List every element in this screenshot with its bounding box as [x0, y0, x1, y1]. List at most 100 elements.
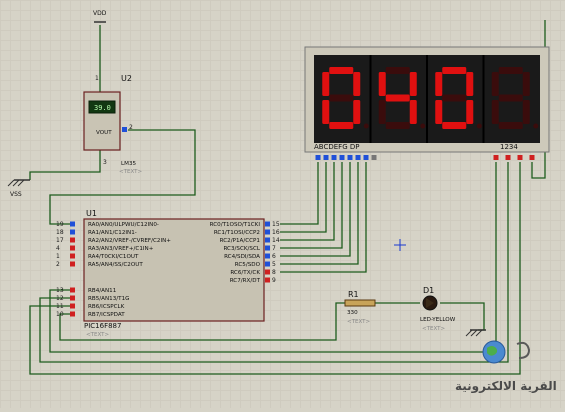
watermark-text: القرية الالكترونية — [455, 379, 557, 394]
display-digit-pin[interactable] — [517, 155, 523, 160]
d1-led[interactable]: D1 LED-YELLOW <TEXT> — [420, 286, 456, 332]
d1-ref: D1 — [423, 286, 434, 295]
u1-pin-num: 19 — [56, 221, 64, 228]
u1-pin-marker[interactable] — [265, 277, 270, 283]
display-digit-pin[interactable] — [529, 155, 535, 160]
u2-sensor[interactable]: U2 1 39.0 VOUT 2 3 LM35 <TEXT> — [83, 74, 142, 175]
segment-dp — [476, 123, 482, 129]
segment-b — [353, 72, 361, 96]
u1-pin-marker[interactable] — [70, 253, 75, 259]
u2-pin2-num: 2 — [129, 124, 133, 131]
u1-pin-num: 7 — [272, 245, 276, 252]
segment-b — [522, 72, 530, 96]
u1-pin-num: 1 — [56, 253, 60, 260]
segment-d — [442, 122, 467, 129]
u1-pin-num: 4 — [56, 245, 60, 252]
display-seg-pin[interactable] — [371, 155, 377, 160]
vdd-terminal[interactable]: VDD — [93, 10, 107, 23]
u1-pin-num: 10 — [56, 311, 64, 318]
u1-pin-label: RC7/RX/DT — [230, 278, 261, 284]
u1-pin-marker[interactable] — [70, 295, 75, 301]
vss-terminal[interactable]: VSS — [7, 179, 30, 198]
r1-resistor[interactable]: R1 330 <TEXT> — [344, 290, 376, 325]
u1-pin-marker[interactable] — [70, 303, 75, 309]
u1-pin-label: RC5/SDO — [235, 262, 261, 268]
u1-pin-num: 8 — [272, 269, 276, 276]
segment-e — [322, 100, 330, 124]
d1-placeholder: <TEXT> — [422, 326, 445, 332]
u1-pin-marker[interactable] — [70, 237, 75, 243]
display-digit-pin[interactable] — [505, 155, 511, 160]
r1-ref: R1 — [348, 290, 359, 299]
u1-microcontroller[interactable]: U1 19 RA0/AN0/ULPWU/C12IN0-18 RA1/AN1/C12I… — [56, 209, 280, 338]
u2-placeholder: <TEXT> — [119, 169, 142, 175]
display-seg-pin[interactable] — [339, 155, 345, 160]
u1-pin-label: RB6/ICSPCLK — [88, 304, 125, 310]
watermark-mark — [516, 341, 531, 359]
u1-pin-label: RB5/AN13/T1G — [88, 296, 130, 302]
u1-pin-marker[interactable] — [265, 229, 270, 235]
u1-pin-label: RB7/ICSPDAT — [88, 312, 125, 318]
wire-rc4 — [280, 162, 351, 257]
u1-pin-marker[interactable] — [265, 261, 270, 267]
u2-vout-pin[interactable] — [122, 127, 127, 132]
u1-pin-marker[interactable] — [70, 287, 75, 293]
watermark-logo: القرية الالكترونية — [455, 340, 557, 394]
u1-pin-num: 12 — [56, 295, 64, 302]
u1-pin-marker[interactable] — [70, 311, 75, 317]
u1-pin-label: RC0/T1OSO/T1CKI — [210, 222, 261, 228]
schematic-canvas[interactable]: VDD VSS U2 1 39.0 VOUT 2 3 LM35 <TEXT> A… — [0, 0, 565, 408]
u1-pin-label: RA5/AN4/SS/C2OUT — [88, 262, 143, 268]
u1-pin-marker[interactable] — [265, 245, 270, 251]
segment-d — [329, 122, 354, 129]
u1-pin-marker[interactable] — [265, 237, 270, 243]
segment-g — [442, 94, 467, 102]
u1-pin-num: 16 — [272, 229, 280, 236]
display-seg-pin[interactable] — [363, 155, 369, 160]
segment-e — [378, 100, 386, 124]
u1-pin-marker[interactable] — [70, 261, 75, 267]
display-seg-pin[interactable] — [347, 155, 353, 160]
display-pins — [315, 155, 535, 160]
segment-a — [442, 67, 467, 74]
segment-f — [378, 72, 386, 96]
u1-pin-label: RC6/TX/CK — [230, 270, 260, 276]
display-seg-pin[interactable] — [355, 155, 361, 160]
u1-pin-num: 11 — [56, 303, 64, 310]
u1-pin-marker[interactable] — [70, 245, 75, 251]
vdd-label: VDD — [93, 10, 107, 17]
segment-c — [409, 100, 417, 124]
u1-pin-num: 13 — [56, 287, 64, 294]
schematic-svg: VDD VSS U2 1 39.0 VOUT 2 3 LM35 <TEXT> A… — [7, 10, 557, 394]
d1-part: LED-YELLOW — [420, 317, 456, 323]
u1-pin-num: 18 — [56, 229, 64, 236]
display-seg-pin[interactable] — [315, 155, 321, 160]
led-ground-hatch-2 — [470, 329, 478, 337]
seven-segment-display[interactable]: ABCDEFG DP 1234 — [304, 46, 550, 160]
u2-reading: 39.0 — [94, 104, 111, 112]
display-digit-pin[interactable] — [493, 155, 499, 160]
u1-pin-label: RA3/AN3/VREF+/C1IN+ — [88, 246, 154, 252]
u1-pin-marker[interactable] — [70, 229, 75, 235]
u1-pin-marker[interactable] — [265, 253, 270, 259]
u1-pin-label: RA2/AN2/VREF-/CVREF/C2IN+ — [88, 238, 171, 244]
u1-pin-num: 6 — [272, 253, 276, 260]
u1-pin-marker[interactable] — [70, 221, 75, 227]
wire-u2-gnd — [29, 150, 101, 180]
display-segments-label: ABCDEFG DP — [314, 143, 359, 151]
u1-pin-num: 9 — [272, 277, 276, 284]
display-seg-pin[interactable] — [323, 155, 329, 160]
segment-d — [498, 122, 523, 129]
segment-dp — [533, 123, 539, 129]
segment-f — [322, 72, 330, 96]
r1-placeholder: <TEXT> — [347, 319, 370, 325]
u1-pin-num: 2 — [56, 261, 60, 268]
u2-pin1-num: 1 — [95, 75, 99, 82]
u1-pin-marker[interactable] — [265, 269, 270, 275]
u1-pin-marker[interactable] — [265, 221, 270, 227]
u2-ref: U2 — [121, 74, 132, 83]
display-seg-pin[interactable] — [331, 155, 337, 160]
u1-pin-label: RA4/T0CKI/C1OUT — [88, 254, 139, 260]
u2-part: LM35 — [121, 161, 137, 167]
crosshair-icon — [394, 239, 406, 251]
